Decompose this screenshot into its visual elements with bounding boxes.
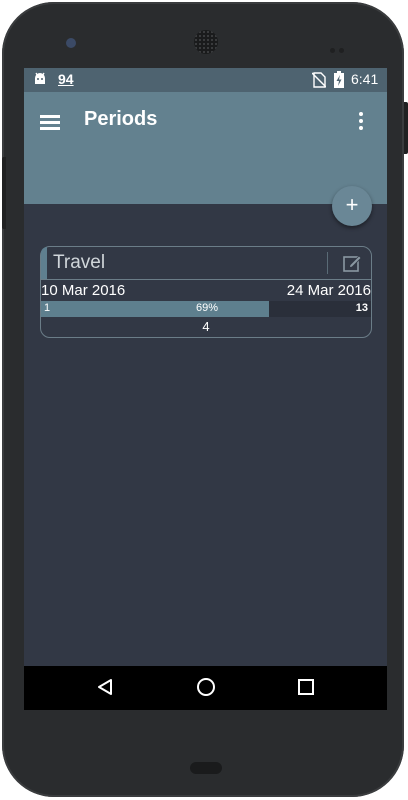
home-icon[interactable]	[196, 677, 216, 697]
progress-end-day: 13	[355, 302, 368, 314]
status-clock: 6:41	[351, 71, 379, 87]
end-date: 24 Mar 2016	[286, 282, 371, 299]
period-dates: 10 Mar 2016 24 Mar 2016	[41, 281, 371, 299]
battery-charging-icon	[334, 71, 344, 88]
period-count: 4	[202, 319, 210, 334]
overflow-menu-icon[interactable]	[359, 112, 367, 132]
period-title: Travel	[53, 252, 106, 273]
edit-icon[interactable]	[342, 253, 362, 273]
period-card-header: Travel	[41, 247, 371, 280]
bottom-speaker	[190, 762, 222, 774]
front-camera	[66, 38, 76, 48]
proximity-sensors	[330, 40, 348, 58]
period-progress-bar: 1 69% 13	[41, 301, 371, 317]
notification-number: 94	[58, 71, 74, 87]
status-bar: 94 6:41	[24, 68, 387, 92]
app-bar: Periods	[24, 92, 387, 204]
menu-icon[interactable]	[40, 112, 62, 130]
android-icon	[35, 72, 45, 84]
recents-icon[interactable]	[298, 679, 314, 695]
progress-percent: 69%	[196, 302, 219, 314]
no-sim-icon	[312, 72, 326, 88]
start-date: 10 Mar 2016	[41, 282, 126, 299]
earpiece-speaker	[194, 30, 218, 54]
back-icon[interactable]	[96, 678, 114, 696]
screen: 94 6:41 Periods + Travel 10 Mar 2016 24 …	[24, 68, 387, 710]
period-card[interactable]: Travel 10 Mar 2016 24 Mar 2016 1 69% 13 …	[40, 246, 372, 338]
volume-button	[2, 157, 6, 229]
progress-fill	[41, 301, 269, 317]
navigation-bar	[24, 666, 387, 710]
card-accent	[41, 247, 47, 279]
phone-frame: 94 6:41 Periods + Travel 10 Mar 2016 24 …	[2, 2, 408, 797]
power-button	[404, 102, 408, 154]
add-period-button[interactable]: +	[332, 186, 372, 226]
progress-start-day: 1	[44, 302, 51, 314]
page-title: Periods	[84, 108, 158, 130]
header-divider	[327, 252, 328, 274]
